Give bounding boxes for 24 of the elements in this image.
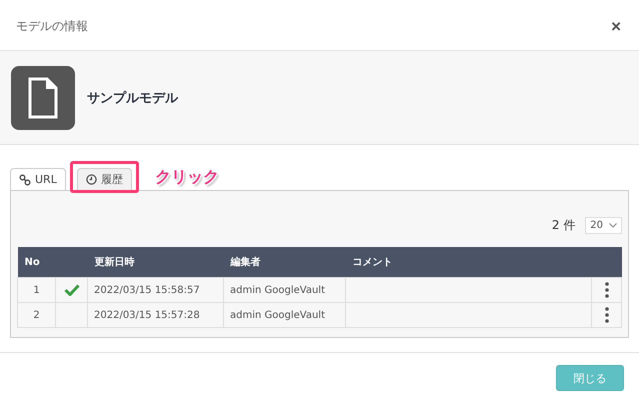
tab[interactable]: URL — [10, 168, 66, 190]
chevron-down-icon — [609, 222, 617, 228]
more-icon[interactable] — [604, 307, 608, 323]
close-button[interactable]: × — [609, 18, 623, 34]
page-size-select[interactable]: 20 — [585, 216, 622, 234]
column-header: 編集者 — [230, 257, 260, 268]
table-cell: admin GoogleVault — [224, 302, 346, 328]
table-cell: admin GoogleVault — [224, 278, 346, 302]
document-icon — [11, 66, 75, 130]
model-name: サンプルモデル — [87, 90, 178, 106]
column-header: No — [24, 256, 40, 268]
annotation-text: クリック — [154, 167, 219, 188]
record-count: 2 件 — [552, 216, 576, 234]
column-header: 更新日時 — [94, 257, 134, 268]
dialog-title: モデルの情報 — [16, 18, 88, 34]
link-icon — [19, 174, 31, 186]
clock-icon — [86, 174, 97, 185]
more-icon[interactable] — [604, 282, 608, 298]
column-header: コメント — [352, 257, 392, 268]
tab[interactable]: 履歴 — [76, 168, 132, 190]
table-cell: 2 — [18, 302, 56, 328]
table-cell: 2022/03/15 15:58:57 — [88, 278, 224, 302]
table-cell: 2022/03/15 15:57:28 — [88, 302, 224, 328]
table-cell: 1 — [18, 278, 56, 302]
